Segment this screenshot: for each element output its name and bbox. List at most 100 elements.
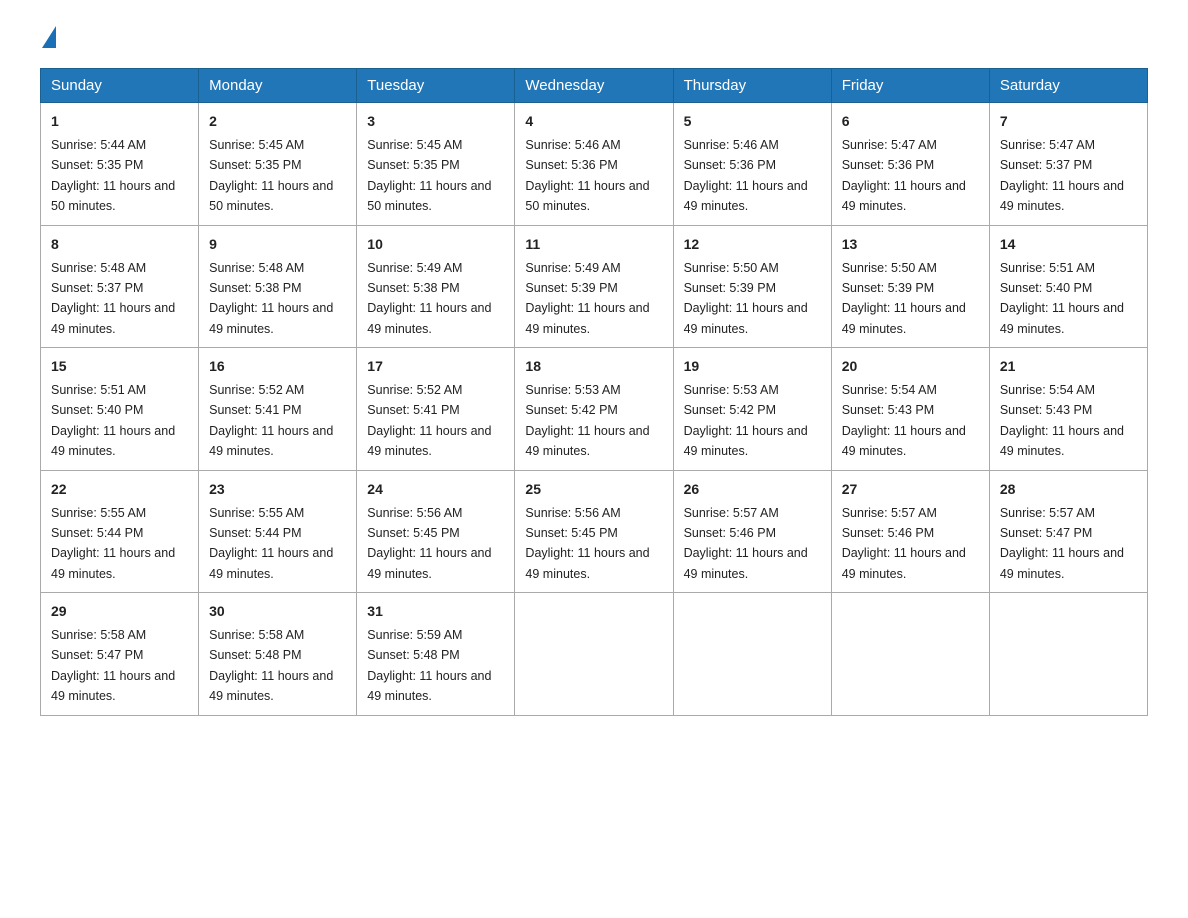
header-tuesday: Tuesday <box>357 69 515 103</box>
day-info: Sunrise: 5:46 AMSunset: 5:36 PMDaylight:… <box>684 138 808 213</box>
day-info: Sunrise: 5:46 AMSunset: 5:36 PMDaylight:… <box>525 138 649 213</box>
day-info: Sunrise: 5:48 AMSunset: 5:38 PMDaylight:… <box>209 261 333 336</box>
calendar-week-row: 29 Sunrise: 5:58 AMSunset: 5:47 PMDaylig… <box>41 593 1148 716</box>
day-number: 11 <box>525 234 662 255</box>
day-info: Sunrise: 5:57 AMSunset: 5:47 PMDaylight:… <box>1000 506 1124 581</box>
day-number: 28 <box>1000 479 1137 500</box>
day-info: Sunrise: 5:54 AMSunset: 5:43 PMDaylight:… <box>842 383 966 458</box>
day-info: Sunrise: 5:51 AMSunset: 5:40 PMDaylight:… <box>1000 261 1124 336</box>
day-number: 4 <box>525 111 662 132</box>
day-number: 8 <box>51 234 188 255</box>
header-saturday: Saturday <box>989 69 1147 103</box>
header-thursday: Thursday <box>673 69 831 103</box>
calendar-day-cell: 21 Sunrise: 5:54 AMSunset: 5:43 PMDaylig… <box>989 348 1147 471</box>
calendar-day-cell: 17 Sunrise: 5:52 AMSunset: 5:41 PMDaylig… <box>357 348 515 471</box>
day-info: Sunrise: 5:50 AMSunset: 5:39 PMDaylight:… <box>684 261 808 336</box>
day-info: Sunrise: 5:55 AMSunset: 5:44 PMDaylight:… <box>209 506 333 581</box>
day-info: Sunrise: 5:51 AMSunset: 5:40 PMDaylight:… <box>51 383 175 458</box>
day-number: 27 <box>842 479 979 500</box>
day-info: Sunrise: 5:55 AMSunset: 5:44 PMDaylight:… <box>51 506 175 581</box>
day-info: Sunrise: 5:56 AMSunset: 5:45 PMDaylight:… <box>367 506 491 581</box>
day-info: Sunrise: 5:53 AMSunset: 5:42 PMDaylight:… <box>684 383 808 458</box>
calendar-week-row: 8 Sunrise: 5:48 AMSunset: 5:37 PMDayligh… <box>41 225 1148 348</box>
day-number: 26 <box>684 479 821 500</box>
day-info: Sunrise: 5:58 AMSunset: 5:47 PMDaylight:… <box>51 628 175 703</box>
day-info: Sunrise: 5:52 AMSunset: 5:41 PMDaylight:… <box>367 383 491 458</box>
calendar-day-cell: 13 Sunrise: 5:50 AMSunset: 5:39 PMDaylig… <box>831 225 989 348</box>
day-info: Sunrise: 5:56 AMSunset: 5:45 PMDaylight:… <box>525 506 649 581</box>
calendar-day-cell: 4 Sunrise: 5:46 AMSunset: 5:36 PMDayligh… <box>515 103 673 226</box>
calendar-day-cell: 10 Sunrise: 5:49 AMSunset: 5:38 PMDaylig… <box>357 225 515 348</box>
header-wednesday: Wednesday <box>515 69 673 103</box>
calendar-day-cell: 14 Sunrise: 5:51 AMSunset: 5:40 PMDaylig… <box>989 225 1147 348</box>
day-number: 19 <box>684 356 821 377</box>
day-number: 13 <box>842 234 979 255</box>
calendar-table: Sunday Monday Tuesday Wednesday Thursday… <box>40 68 1148 716</box>
day-info: Sunrise: 5:53 AMSunset: 5:42 PMDaylight:… <box>525 383 649 458</box>
calendar-day-cell: 20 Sunrise: 5:54 AMSunset: 5:43 PMDaylig… <box>831 348 989 471</box>
calendar-day-cell: 7 Sunrise: 5:47 AMSunset: 5:37 PMDayligh… <box>989 103 1147 226</box>
calendar-day-cell: 18 Sunrise: 5:53 AMSunset: 5:42 PMDaylig… <box>515 348 673 471</box>
page-header <box>40 30 1148 48</box>
day-number: 14 <box>1000 234 1137 255</box>
calendar-day-cell: 9 Sunrise: 5:48 AMSunset: 5:38 PMDayligh… <box>199 225 357 348</box>
calendar-day-cell <box>673 593 831 716</box>
header-friday: Friday <box>831 69 989 103</box>
calendar-week-row: 1 Sunrise: 5:44 AMSunset: 5:35 PMDayligh… <box>41 103 1148 226</box>
day-number: 16 <box>209 356 346 377</box>
day-info: Sunrise: 5:48 AMSunset: 5:37 PMDaylight:… <box>51 261 175 336</box>
day-number: 22 <box>51 479 188 500</box>
calendar-day-cell: 8 Sunrise: 5:48 AMSunset: 5:37 PMDayligh… <box>41 225 199 348</box>
day-number: 30 <box>209 601 346 622</box>
day-info: Sunrise: 5:45 AMSunset: 5:35 PMDaylight:… <box>367 138 491 213</box>
day-number: 17 <box>367 356 504 377</box>
logo-triangle-icon <box>42 26 56 48</box>
day-info: Sunrise: 5:47 AMSunset: 5:37 PMDaylight:… <box>1000 138 1124 213</box>
calendar-day-cell: 12 Sunrise: 5:50 AMSunset: 5:39 PMDaylig… <box>673 225 831 348</box>
calendar-day-cell: 27 Sunrise: 5:57 AMSunset: 5:46 PMDaylig… <box>831 470 989 593</box>
header-sunday: Sunday <box>41 69 199 103</box>
day-number: 15 <box>51 356 188 377</box>
day-info: Sunrise: 5:57 AMSunset: 5:46 PMDaylight:… <box>842 506 966 581</box>
calendar-day-cell <box>515 593 673 716</box>
day-number: 23 <box>209 479 346 500</box>
day-number: 7 <box>1000 111 1137 132</box>
day-info: Sunrise: 5:50 AMSunset: 5:39 PMDaylight:… <box>842 261 966 336</box>
calendar-day-cell: 31 Sunrise: 5:59 AMSunset: 5:48 PMDaylig… <box>357 593 515 716</box>
day-number: 10 <box>367 234 504 255</box>
day-info: Sunrise: 5:58 AMSunset: 5:48 PMDaylight:… <box>209 628 333 703</box>
calendar-day-cell: 23 Sunrise: 5:55 AMSunset: 5:44 PMDaylig… <box>199 470 357 593</box>
day-info: Sunrise: 5:57 AMSunset: 5:46 PMDaylight:… <box>684 506 808 581</box>
day-info: Sunrise: 5:47 AMSunset: 5:36 PMDaylight:… <box>842 138 966 213</box>
calendar-day-cell: 15 Sunrise: 5:51 AMSunset: 5:40 PMDaylig… <box>41 348 199 471</box>
calendar-day-cell: 6 Sunrise: 5:47 AMSunset: 5:36 PMDayligh… <box>831 103 989 226</box>
calendar-day-cell: 19 Sunrise: 5:53 AMSunset: 5:42 PMDaylig… <box>673 348 831 471</box>
day-number: 5 <box>684 111 821 132</box>
calendar-day-cell <box>989 593 1147 716</box>
header-monday: Monday <box>199 69 357 103</box>
calendar-day-cell: 25 Sunrise: 5:56 AMSunset: 5:45 PMDaylig… <box>515 470 673 593</box>
calendar-day-cell: 29 Sunrise: 5:58 AMSunset: 5:47 PMDaylig… <box>41 593 199 716</box>
day-number: 29 <box>51 601 188 622</box>
day-number: 20 <box>842 356 979 377</box>
calendar-day-cell: 5 Sunrise: 5:46 AMSunset: 5:36 PMDayligh… <box>673 103 831 226</box>
day-number: 9 <box>209 234 346 255</box>
calendar-day-cell: 3 Sunrise: 5:45 AMSunset: 5:35 PMDayligh… <box>357 103 515 226</box>
day-info: Sunrise: 5:49 AMSunset: 5:39 PMDaylight:… <box>525 261 649 336</box>
day-number: 2 <box>209 111 346 132</box>
calendar-week-row: 22 Sunrise: 5:55 AMSunset: 5:44 PMDaylig… <box>41 470 1148 593</box>
day-info: Sunrise: 5:52 AMSunset: 5:41 PMDaylight:… <box>209 383 333 458</box>
calendar-day-cell: 11 Sunrise: 5:49 AMSunset: 5:39 PMDaylig… <box>515 225 673 348</box>
day-number: 6 <box>842 111 979 132</box>
calendar-day-cell: 16 Sunrise: 5:52 AMSunset: 5:41 PMDaylig… <box>199 348 357 471</box>
day-info: Sunrise: 5:54 AMSunset: 5:43 PMDaylight:… <box>1000 383 1124 458</box>
day-info: Sunrise: 5:59 AMSunset: 5:48 PMDaylight:… <box>367 628 491 703</box>
day-number: 1 <box>51 111 188 132</box>
day-number: 31 <box>367 601 504 622</box>
day-number: 12 <box>684 234 821 255</box>
calendar-day-cell: 28 Sunrise: 5:57 AMSunset: 5:47 PMDaylig… <box>989 470 1147 593</box>
day-number: 3 <box>367 111 504 132</box>
calendar-header-row: Sunday Monday Tuesday Wednesday Thursday… <box>41 69 1148 103</box>
calendar-day-cell <box>831 593 989 716</box>
calendar-week-row: 15 Sunrise: 5:51 AMSunset: 5:40 PMDaylig… <box>41 348 1148 471</box>
